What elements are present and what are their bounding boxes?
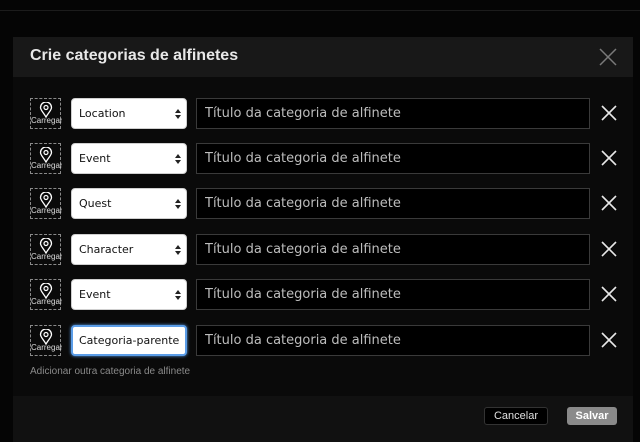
category-title-input[interactable] [196, 143, 590, 174]
upload-pin-icon-button[interactable]: Carregar [30, 188, 62, 219]
remove-row-icon[interactable] [601, 195, 617, 211]
category-row: Carregar Location [30, 98, 622, 130]
cancel-button[interactable]: Cancelar [484, 407, 548, 425]
upload-pin-icon-button[interactable]: Carregar [30, 279, 62, 310]
modal-footer: Cancelar Salvar [13, 396, 633, 442]
modal-header: Crie categorias de alfinetes [13, 37, 633, 77]
remove-row-icon[interactable] [601, 286, 617, 302]
category-title-input[interactable] [196, 98, 590, 129]
category-select[interactable]: Location [71, 98, 187, 129]
category-select-value: Character [79, 243, 134, 256]
category-title-input[interactable] [196, 188, 590, 219]
category-select[interactable]: Quest [71, 188, 187, 219]
category-row: Carregar Event [30, 279, 622, 311]
pin-categories-modal: Crie categorias de alfinetes Carregar Lo… [13, 37, 633, 442]
category-select-value: Location [79, 107, 126, 120]
upload-pin-icon-button[interactable]: Carregar [30, 143, 62, 174]
remove-row-icon[interactable] [601, 150, 617, 166]
category-title-input[interactable] [196, 325, 590, 356]
select-arrows-icon [175, 290, 181, 300]
save-button[interactable]: Salvar [567, 407, 617, 425]
remove-row-icon[interactable] [601, 332, 617, 348]
upload-label: Carregar [31, 206, 62, 215]
upload-label: Carregar [31, 252, 62, 261]
upload-label: Carregar [31, 343, 62, 352]
upload-label: Carregar [31, 297, 62, 306]
remove-row-icon[interactable] [601, 105, 617, 121]
close-icon[interactable] [597, 46, 619, 68]
category-select-value: Quest [79, 197, 112, 210]
category-row: Carregar Event [30, 143, 622, 175]
category-title-input[interactable] [196, 234, 590, 265]
category-select-value: Categoria-parente [79, 334, 180, 347]
remove-row-icon[interactable] [601, 241, 617, 257]
add-category-link[interactable]: Adicionar outra categoria de alfinete [30, 366, 190, 377]
category-select-value: Event [79, 152, 111, 165]
select-arrows-icon [175, 245, 181, 255]
select-arrows-icon [175, 199, 181, 209]
upload-pin-icon-button[interactable]: Carregar [30, 325, 62, 356]
backdrop-divider [0, 10, 640, 11]
category-title-input[interactable] [196, 279, 590, 310]
modal-title: Crie categorias de alfinetes [30, 47, 239, 64]
category-select[interactable]: Categoria-parente [71, 325, 187, 356]
select-arrows-icon [175, 154, 181, 164]
upload-pin-icon-button[interactable]: Carregar [30, 98, 62, 129]
category-select[interactable]: Character [71, 234, 187, 265]
upload-pin-icon-button[interactable]: Carregar [30, 234, 62, 265]
category-select[interactable]: Event [71, 143, 187, 174]
select-arrows-icon [175, 109, 181, 119]
upload-label: Carregar [31, 116, 62, 125]
category-row: Carregar Quest [30, 188, 622, 220]
category-row: Carregar Categoria-parente [30, 325, 622, 357]
category-select-value: Event [79, 288, 111, 301]
category-row: Carregar Character [30, 234, 622, 266]
upload-label: Carregar [31, 161, 62, 170]
category-select[interactable]: Event [71, 279, 187, 310]
